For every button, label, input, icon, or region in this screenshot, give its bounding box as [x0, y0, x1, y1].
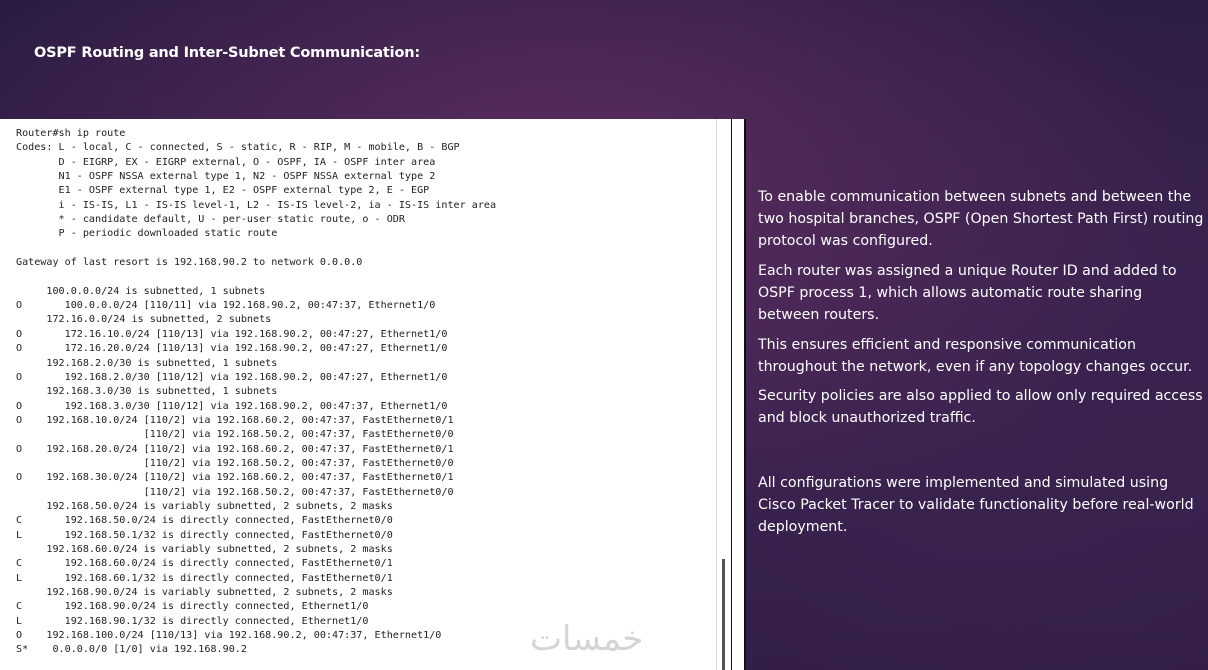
- slide-title: OSPF Routing and Inter-Subnet Communicat…: [34, 45, 420, 61]
- terminal-window: Router#sh ip route Codes: L - local, C -…: [0, 119, 746, 670]
- description-paragraph-4: Security policies are also applied to al…: [758, 388, 1203, 426]
- description-paragraph-2: Each router was assigned a unique Router…: [758, 263, 1177, 323]
- description-paragraph-3: This ensures efficient and responsive co…: [758, 337, 1193, 375]
- scrollbar-thumb[interactable]: [722, 559, 725, 670]
- description-paragraph-1: To enable communication between subnets …: [758, 189, 1204, 249]
- terminal-output: Router#sh ip route Codes: L - local, C -…: [16, 128, 497, 656]
- watermark: خمسات: [530, 619, 644, 659]
- description-paragraph-5: All configurations were implemented and …: [758, 475, 1194, 535]
- terminal-scrollbar[interactable]: [716, 119, 732, 670]
